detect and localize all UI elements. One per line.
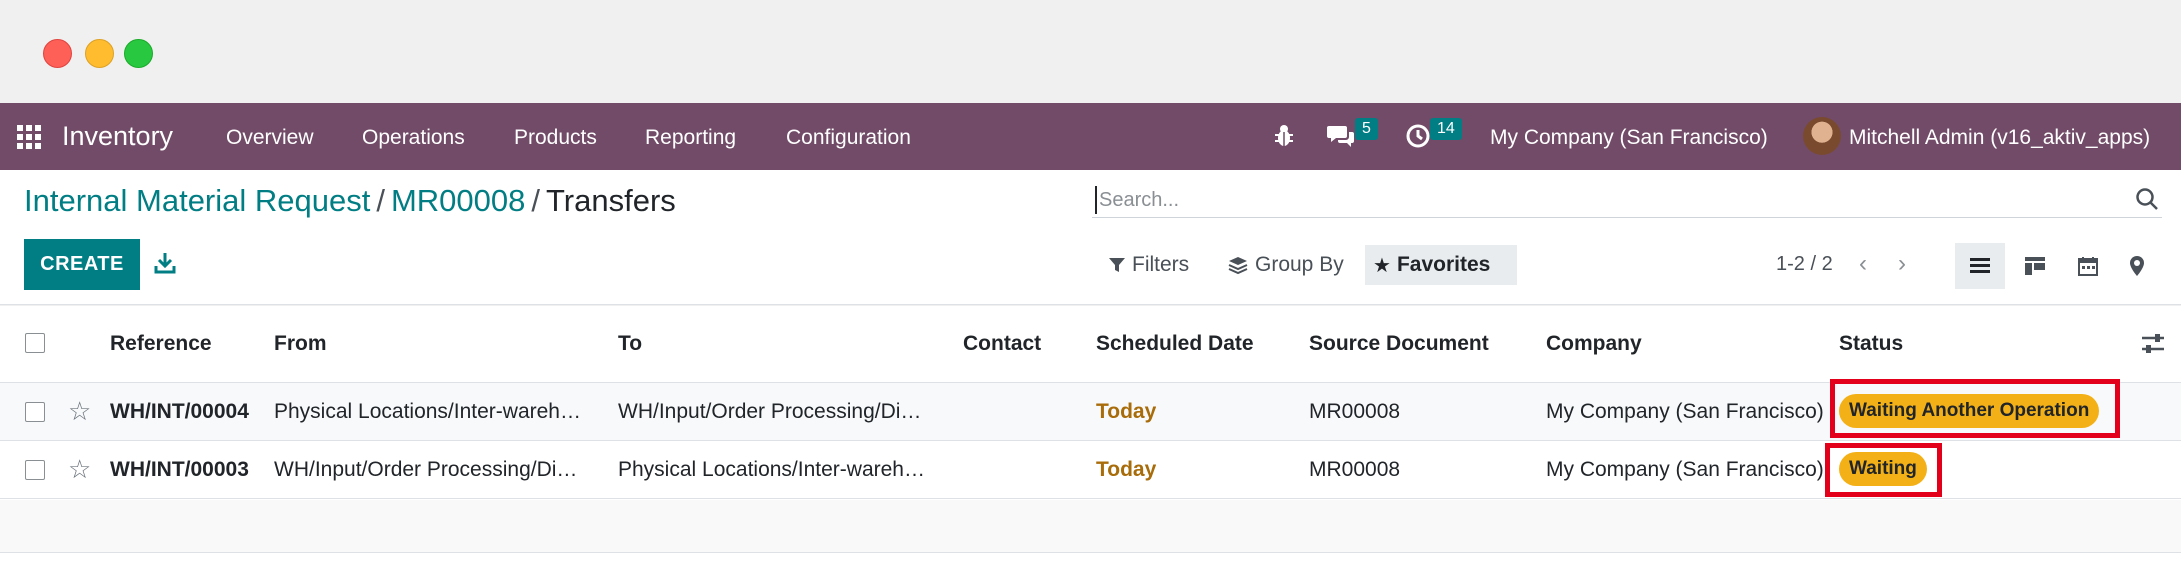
breadcrumb-separator: / <box>531 183 541 218</box>
download-icon[interactable] <box>153 250 177 276</box>
kanban-view-icon <box>2025 257 2045 275</box>
favorites-label: Favorites <box>1396 253 1491 276</box>
menu-reporting[interactable]: Reporting <box>645 126 736 150</box>
annotation-highlight-box <box>1825 443 1942 497</box>
minimize-window-button[interactable] <box>85 39 114 68</box>
search-icon[interactable] <box>2134 186 2160 212</box>
optional-columns-sliders-icon[interactable] <box>2140 332 2166 356</box>
filter-funnel-icon <box>1109 258 1125 272</box>
activities-clock-icon[interactable] <box>1405 123 1431 149</box>
filters-button[interactable]: Filters <box>1100 245 1197 285</box>
breadcrumb-material-request[interactable]: Internal Material Request <box>24 183 370 218</box>
cell-from: WH/Input/Order Processing/Di… <box>274 458 578 481</box>
star-filled-icon: ★ <box>1373 254 1391 277</box>
cell-company: My Company (San Francisco) <box>1546 458 1824 481</box>
menu-products[interactable]: Products <box>514 126 597 150</box>
select-all-checkbox[interactable] <box>25 333 45 353</box>
favorites-button[interactable]: ★ Favorites <box>1365 245 1517 285</box>
cell-to: Physical Locations/Inter-wareh… <box>618 458 925 481</box>
map-view-button[interactable] <box>2112 243 2162 289</box>
menu-configuration[interactable]: Configuration <box>786 126 911 150</box>
apps-menu-icon[interactable] <box>17 125 41 149</box>
table-header: Reference From To Contact Scheduled Date… <box>0 306 2181 383</box>
activities-count-badge: 14 <box>1430 118 1462 140</box>
cell-from: Physical Locations/Inter-wareh… <box>274 400 581 423</box>
user-avatar[interactable] <box>1803 117 1841 155</box>
search-bar <box>1092 182 2162 218</box>
app-name[interactable]: Inventory <box>62 121 173 152</box>
cell-to: WH/Input/Order Processing/Di… <box>618 400 922 423</box>
cell-scheduled-date: Today <box>1096 400 1157 423</box>
layers-icon <box>1228 257 1248 275</box>
column-contact[interactable]: Contact <box>963 332 1041 356</box>
breadcrumb: Internal Material Request / MR00008/Transf… <box>24 183 676 219</box>
column-from[interactable]: From <box>274 332 327 356</box>
messages-icon[interactable] <box>1326 123 1356 149</box>
column-scheduled-date[interactable]: Scheduled Date <box>1096 332 1254 356</box>
messages-count-badge: 5 <box>1355 118 1378 140</box>
transfers-list: Reference From To Contact Scheduled Date… <box>0 306 2181 565</box>
company-switcher[interactable]: My Company (San Francisco) <box>1490 126 1768 150</box>
calendar-view-button[interactable] <box>2063 243 2113 289</box>
cell-scheduled-date: Today <box>1096 458 1157 481</box>
cell-company: My Company (San Francisco) <box>1546 400 1824 423</box>
list-empty-area <box>0 500 2181 552</box>
annotation-highlight-box <box>1830 379 2120 438</box>
close-window-button[interactable] <box>43 39 72 68</box>
cell-source-document: MR00008 <box>1309 458 1401 481</box>
top-navbar: Inventory Overview Operations Products R… <box>0 103 2181 170</box>
column-reference[interactable]: Reference <box>110 332 212 356</box>
filters-label: Filters <box>1132 253 1190 276</box>
column-status[interactable]: Status <box>1839 332 1903 356</box>
list-view-button[interactable] <box>1955 243 2005 289</box>
maximize-window-button[interactable] <box>124 39 153 68</box>
group-by-button[interactable]: Group By <box>1219 245 1352 285</box>
cell-reference: WH/INT/00004 <box>110 400 249 423</box>
cell-reference: WH/INT/00003 <box>110 458 249 481</box>
menu-operations[interactable]: Operations <box>362 126 465 150</box>
search-input[interactable] <box>1095 186 2095 214</box>
group-by-label: Group By <box>1255 253 1344 276</box>
kanban-view-button[interactable] <box>2010 243 2060 289</box>
row-checkbox[interactable] <box>25 460 45 480</box>
map-pin-icon <box>2130 256 2144 276</box>
pager-next-icon[interactable]: › <box>1898 250 1906 278</box>
column-source-document[interactable]: Source Document <box>1309 332 1489 356</box>
debug-bug-icon[interactable] <box>1273 123 1295 149</box>
page-title: Transfers <box>546 183 676 218</box>
breadcrumb-separator: / <box>376 183 385 218</box>
user-menu[interactable]: Mitchell Admin (v16_aktiv_apps) <box>1849 126 2150 150</box>
control-panel: Internal Material Request / MR00008/Transf… <box>0 170 2181 305</box>
pager-value[interactable]: 1-2 / 2 <box>1776 253 1833 276</box>
create-button[interactable]: CREATE <box>24 239 140 290</box>
menu-overview[interactable]: Overview <box>226 126 314 150</box>
list-view-icon <box>1970 258 1990 273</box>
divider <box>0 552 2181 553</box>
column-company[interactable]: Company <box>1546 332 1642 356</box>
column-to[interactable]: To <box>618 332 642 356</box>
star-outline-icon[interactable]: ☆ <box>68 396 91 427</box>
row-checkbox[interactable] <box>25 402 45 422</box>
star-outline-icon[interactable]: ☆ <box>68 454 91 485</box>
pager-previous-icon[interactable]: ‹ <box>1859 250 1867 278</box>
window-titlebar <box>0 0 2181 103</box>
cell-source-document: MR00008 <box>1309 400 1401 423</box>
breadcrumb-mr-record[interactable]: MR00008 <box>391 183 525 218</box>
calendar-view-icon <box>2078 257 2098 276</box>
